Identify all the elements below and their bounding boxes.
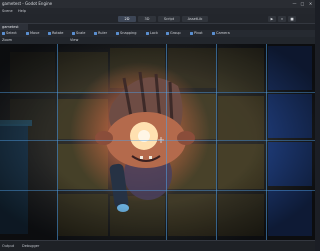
rotate-icon (48, 31, 51, 35)
guide-line (0, 92, 315, 93)
editor-toolbar: Select Move Rotate Scale Ruler Snapping … (0, 30, 315, 37)
lock-icon (146, 31, 149, 35)
scale-icon (72, 31, 75, 35)
play-button[interactable]: ▶ (268, 15, 276, 22)
tool-select[interactable]: Select (2, 31, 17, 36)
guide-line (0, 190, 315, 191)
main-screen-script[interactable]: Script (158, 15, 180, 22)
tool-ruler[interactable]: Ruler (94, 31, 107, 36)
tool-camera[interactable]: Camera (212, 31, 230, 36)
tool-group[interactable]: Group (166, 31, 181, 36)
tool-pivot[interactable]: Pivot (190, 31, 203, 36)
tool-scale[interactable]: Scale (72, 31, 85, 36)
guide-line (0, 140, 315, 141)
main-screen-assetlib[interactable]: AssetLib (182, 15, 208, 22)
tool-rotate[interactable]: Rotate (48, 31, 63, 36)
viewport-2d[interactable] (0, 44, 315, 240)
close-button[interactable]: ✕ (307, 0, 314, 8)
main-toolbar: 2D 3D Script AssetLib ▶ ⏸ ■ (0, 14, 315, 23)
guide-line (57, 44, 58, 240)
window-title: gametest - Godot Engine (2, 1, 53, 6)
guide-line (266, 44, 267, 240)
minimize-button[interactable]: — (291, 0, 298, 8)
guide-line (166, 44, 167, 240)
tool-lock[interactable]: Lock (146, 31, 158, 36)
maximize-button[interactable]: □ (299, 0, 306, 8)
main-screen-2d[interactable]: 2D (118, 15, 136, 22)
camera-icon (212, 31, 215, 35)
select-icon (2, 31, 5, 35)
ruler-icon (94, 31, 97, 35)
pause-button[interactable]: ⏸ (278, 15, 286, 22)
tool-snapping[interactable]: Snapping (116, 31, 136, 36)
view-menu[interactable]: View (70, 38, 78, 43)
tool-move[interactable]: Move (26, 31, 39, 36)
guide-line (216, 44, 217, 240)
pivot-icon (190, 31, 193, 35)
magnet-icon (116, 31, 119, 35)
title-bar: gametest - Godot Engine — □ ✕ (0, 0, 315, 8)
zoom-control[interactable]: Zoom (2, 38, 12, 43)
main-screen-3d[interactable]: 3D (138, 15, 156, 22)
bottom-panel-bar: Output Debugger (0, 240, 315, 251)
move-icon (26, 31, 29, 35)
group-icon (166, 31, 169, 35)
editor-subtoolbar: Zoom View (0, 37, 315, 44)
scene-canvas (0, 44, 315, 240)
stop-button[interactable]: ■ (288, 15, 296, 22)
